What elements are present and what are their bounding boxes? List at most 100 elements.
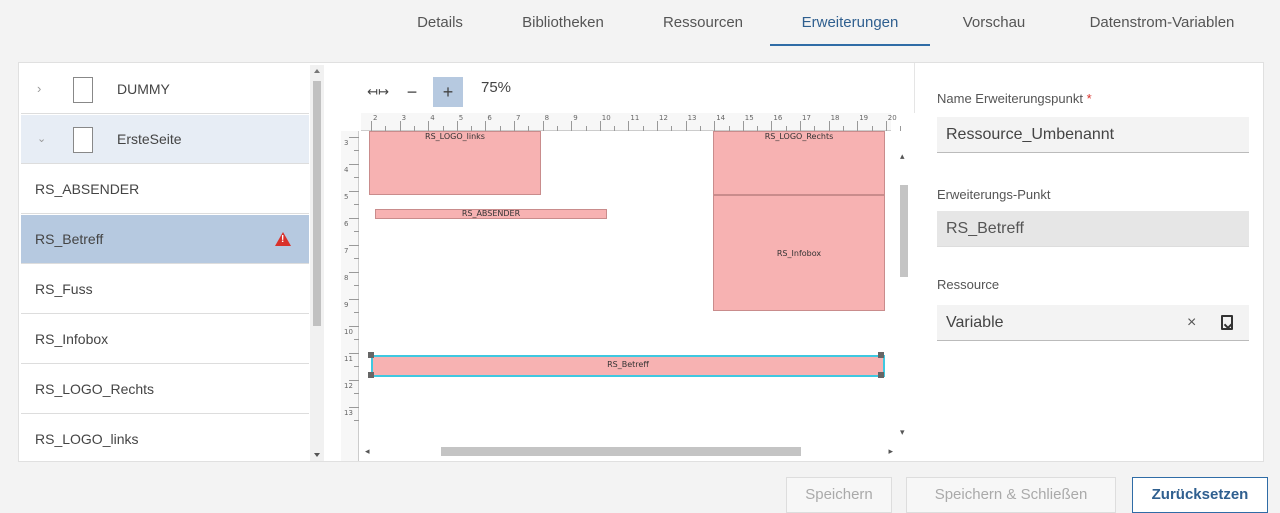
name-input-value: Ressource_Umbenannt xyxy=(946,126,1115,143)
field-box-logo-rechts[interactable]: RS_LOGO_Rechts xyxy=(713,131,885,195)
save-button[interactable]: Speichern xyxy=(786,477,892,513)
tree-item-rs-infobox[interactable]: RS_Infobox xyxy=(21,315,309,364)
tree-item-rs-absender[interactable]: RS_ABSENDER xyxy=(21,165,309,214)
name-label-text: Name Erweiterungspunkt xyxy=(937,91,1083,106)
tree-group-dummy[interactable]: › DUMMY xyxy=(21,65,309,114)
ruler-tick xyxy=(428,121,430,131)
ruler-label: 6 xyxy=(344,220,349,228)
tree-item-rs-betreff[interactable]: RS_Betreff xyxy=(21,215,309,264)
tab-ressourcen[interactable]: Ressourcen xyxy=(648,0,758,46)
file-icon[interactable] xyxy=(1221,315,1233,330)
properties-panel: Name Erweiterungspunkt * Ressource_Umben… xyxy=(919,63,1265,461)
tree-item-label: RS_ABSENDER xyxy=(35,181,140,197)
tab-datenstrom-variablen[interactable]: Datenstrom-Variablen xyxy=(1066,0,1258,46)
zoom-out-button[interactable]: − xyxy=(397,77,427,107)
ruler-label: 12 xyxy=(344,382,353,390)
tree-scrollbar[interactable] xyxy=(310,65,324,461)
tab-vorschau[interactable]: Vorschau xyxy=(946,0,1042,46)
ruler-tick xyxy=(685,121,687,131)
field-box-label: RS_LOGO_links xyxy=(425,132,485,141)
ruler-label: 5 xyxy=(458,114,464,122)
ruler-label: 9 xyxy=(573,114,578,122)
ruler-tick xyxy=(349,380,359,381)
ruler-label: 13 xyxy=(344,409,353,417)
ruler-label: 14 xyxy=(716,114,726,122)
tree-group-label: DUMMY xyxy=(117,81,170,97)
resize-handle[interactable] xyxy=(878,352,884,358)
ruler-label: 6 xyxy=(487,114,492,122)
vertical-ruler: 3 4 5 6 7 8 9 10 11 12 13 xyxy=(341,131,359,461)
field-box-label: RS_LOGO_Rechts xyxy=(764,132,834,141)
fit-width-icon[interactable]: ↤↦ xyxy=(363,77,393,107)
ruler-minor-tick xyxy=(699,126,701,131)
ruler-label: 5 xyxy=(344,193,349,201)
ruler-label: 11 xyxy=(630,114,640,122)
tab-details[interactable]: Details xyxy=(406,0,474,46)
clear-icon[interactable]: × xyxy=(1187,305,1196,341)
resource-field-label: Ressource xyxy=(937,277,1000,292)
warning-icon xyxy=(275,232,291,246)
ruler-label: 19 xyxy=(859,114,869,122)
reset-button[interactable]: Zurücksetzen xyxy=(1132,477,1268,513)
point-field-value: RS_Betreff xyxy=(946,220,1024,237)
ruler-minor-tick xyxy=(642,126,644,131)
ruler-tick xyxy=(349,407,359,408)
resize-handle[interactable] xyxy=(878,372,884,378)
tab-bibliotheken[interactable]: Bibliotheken xyxy=(504,0,622,46)
ruler-minor-tick xyxy=(614,126,616,131)
field-box-label: RS_ABSENDER xyxy=(461,209,521,218)
ruler-minor-tick xyxy=(671,126,673,131)
ruler-tick xyxy=(828,121,830,131)
ruler-minor-tick xyxy=(585,126,587,131)
ruler-minor-tick xyxy=(354,204,359,205)
scroll-up-icon[interactable]: ▴ xyxy=(900,151,905,162)
ruler-tick xyxy=(349,272,359,273)
tree-item-rs-logo-links[interactable]: RS_LOGO_links xyxy=(21,415,309,461)
tree-item-rs-fuss[interactable]: RS_Fuss xyxy=(21,265,309,314)
chevron-down-icon[interactable]: ⌄ xyxy=(37,115,46,163)
tree-scroll-thumb[interactable] xyxy=(313,81,321,326)
ruler-label: 4 xyxy=(430,114,435,122)
ruler-label: 3 xyxy=(401,114,407,122)
ruler-tick xyxy=(349,353,359,354)
required-marker: * xyxy=(1086,91,1092,106)
design-canvas[interactable]: 2 3 4 5 6 7 8 9 10 11 12 13 14 15 16 17 18 19 20 3 4 5 6 7 8 9 10… xyxy=(341,113,915,461)
ruler-tick xyxy=(349,245,359,246)
ruler-label: 4 xyxy=(344,166,349,174)
ruler-label: 10 xyxy=(601,114,611,122)
ruler-tick xyxy=(714,121,716,131)
ruler-tick xyxy=(349,164,359,165)
scroll-up-icon[interactable] xyxy=(314,69,320,73)
name-input[interactable]: Ressource_Umbenannt xyxy=(937,117,1249,153)
field-box-label: RS_Infobox xyxy=(776,249,822,258)
zoom-in-button[interactable]: + xyxy=(433,77,463,107)
save-close-button[interactable]: Speichern & Schließen xyxy=(906,477,1116,513)
chevron-right-icon[interactable]: › xyxy=(37,65,41,113)
scroll-right-icon[interactable]: ▸ xyxy=(888,446,893,457)
scroll-down-icon[interactable] xyxy=(314,453,320,457)
horizontal-ruler: 2 3 4 5 6 7 8 9 10 11 12 13 14 15 16 17 18 19 20 xyxy=(361,113,902,131)
tab-erweiterungen[interactable]: Erweiterungen xyxy=(770,0,930,46)
canvas-vertical-scrollbar[interactable]: ▴ ▾ xyxy=(897,131,911,451)
field-box-betreff[interactable]: RS_Betreff xyxy=(371,355,885,377)
scroll-left-icon[interactable]: ◂ xyxy=(365,446,370,457)
vertical-scroll-thumb[interactable] xyxy=(900,185,908,277)
resize-handle[interactable] xyxy=(368,352,374,358)
field-box-logo-links[interactable]: RS_LOGO_links xyxy=(369,131,541,195)
tree-item-label: RS_LOGO_Rechts xyxy=(35,381,155,397)
resource-select[interactable]: Variable × xyxy=(937,305,1249,341)
ruler-label: 12 xyxy=(659,114,668,122)
tree-item-rs-logo-rechts[interactable]: RS_LOGO_Rechts xyxy=(21,365,309,414)
field-box-absender[interactable]: RS_ABSENDER xyxy=(375,209,607,219)
ruler-label: 16 xyxy=(773,114,783,122)
field-box-infobox[interactable]: RS_Infobox xyxy=(713,195,885,311)
ruler-label: 20 xyxy=(887,114,897,122)
ruler-minor-tick xyxy=(556,126,558,131)
canvas-horizontal-scrollbar[interactable]: ◂ ▸ xyxy=(361,443,897,459)
ruler-tick xyxy=(456,121,458,131)
horizontal-scroll-thumb[interactable] xyxy=(441,447,801,456)
tree-group-ersteseite[interactable]: ⌄ ErsteSeite xyxy=(21,115,309,164)
scroll-down-icon[interactable]: ▾ xyxy=(900,427,905,438)
resize-handle[interactable] xyxy=(368,372,374,378)
point-field-label: Erweiterungs-Punkt xyxy=(937,187,1051,202)
